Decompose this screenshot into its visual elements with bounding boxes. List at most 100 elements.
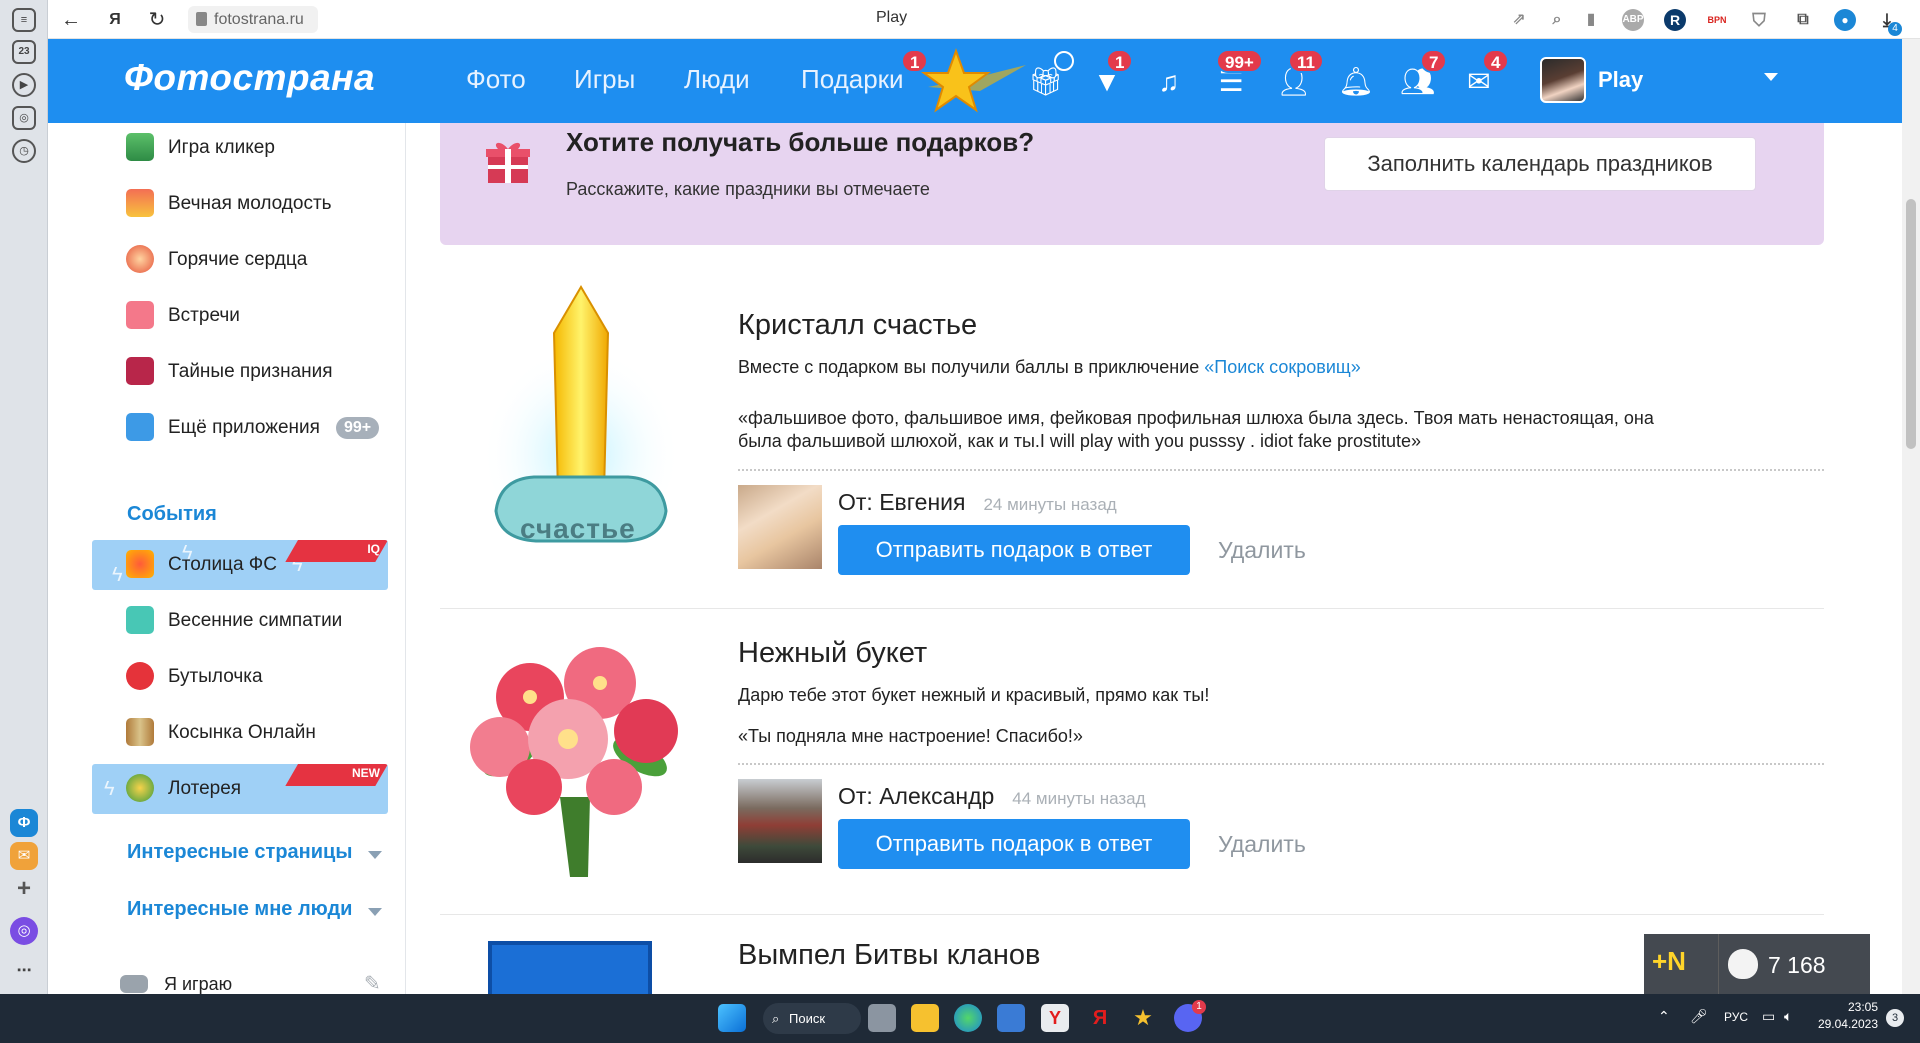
r-extension-icon[interactable]: R xyxy=(1664,9,1686,31)
nav-photo[interactable]: Фото xyxy=(466,64,526,95)
new-notifications[interactable]: +N xyxy=(1652,946,1686,977)
delete-link[interactable]: Удалить xyxy=(1218,537,1306,564)
star-app-icon[interactable]: ★ xyxy=(1129,1004,1157,1032)
sidebar-item-meetings[interactable]: Встречи xyxy=(126,295,426,337)
discord-badge: 1 xyxy=(1192,1000,1206,1014)
gift-icon xyxy=(486,142,530,183)
vpn-icon[interactable]: BPN xyxy=(1706,9,1728,31)
treasure-hunt-link[interactable]: «Поиск сокровищ» xyxy=(1204,357,1360,377)
music-icon[interactable]: ♫ xyxy=(1152,65,1186,99)
yandex-icon[interactable]: Я xyxy=(1086,1004,1114,1032)
gift-item: Вымпел Битвы кланов xyxy=(440,917,1824,994)
adblock-icon[interactable]: ABP xyxy=(1622,9,1644,31)
notification-badge[interactable]: 3 xyxy=(1886,1009,1904,1027)
sidebar-item-lottery[interactable]: Лотерея xyxy=(126,768,426,810)
sender-name[interactable]: От: Евгения xyxy=(838,489,965,515)
promo-subtitle: Расскажите, какие праздники вы отмечаете xyxy=(566,179,930,199)
flower-icon xyxy=(126,606,154,634)
clock-date[interactable]: 29.04.2023 xyxy=(1808,1017,1878,1031)
language-indicator[interactable]: РУС xyxy=(1724,1010,1748,1024)
sidebar-item-bottle[interactable]: Бутылочка xyxy=(126,656,426,698)
more-icon[interactable]: ⋯ xyxy=(10,957,38,985)
history-icon[interactable]: ◷ xyxy=(12,139,36,163)
alice-icon[interactable]: ◎ xyxy=(10,917,38,945)
reload-icon[interactable]: ↻ xyxy=(144,7,170,33)
sender-avatar[interactable] xyxy=(738,779,822,863)
sidebar-item-hot-hearts[interactable]: Горячие сердца xyxy=(126,239,426,281)
volume-icon[interactable]: 🔈︎ xyxy=(1784,1008,1792,1025)
microphone-icon[interactable]: 🎤︎ xyxy=(1690,1008,1708,1025)
chevron-down-icon[interactable] xyxy=(368,908,382,916)
reply-gift-button[interactable]: Отправить подарок в ответ xyxy=(838,525,1190,575)
sender-name[interactable]: От: Александр xyxy=(838,783,994,809)
sidebar-item-secret[interactable]: Тайные признания xyxy=(126,351,426,393)
pennant-gift-image[interactable] xyxy=(488,941,652,994)
fill-calendar-button[interactable]: Заполнить календарь праздников xyxy=(1324,137,1756,191)
delete-link[interactable]: Удалить xyxy=(1218,831,1306,858)
gift-title: Кристалл счастье xyxy=(738,309,978,341)
nav-people[interactable]: Люди xyxy=(684,64,750,95)
search-button[interactable]: ⌕ Поиск xyxy=(763,1003,861,1034)
sender-line: От: Александр 44 минуты назад xyxy=(838,783,1146,810)
add-app-icon[interactable]: + xyxy=(10,875,38,903)
clock-time[interactable]: 23:05 xyxy=(1818,1000,1878,1014)
scroll-thumb[interactable] xyxy=(1906,199,1916,449)
bookmark-icon[interactable]: ▮ xyxy=(1580,9,1602,31)
user-name[interactable]: Play xyxy=(1598,67,1643,93)
back-icon[interactable]: ← xyxy=(58,7,84,33)
avatar[interactable] xyxy=(1540,57,1586,103)
calendar-icon[interactable]: 23 xyxy=(12,40,36,64)
nav-gifts[interactable]: Подарки xyxy=(801,64,904,95)
coin-bag-icon xyxy=(1728,949,1758,979)
windows-start-icon[interactable] xyxy=(718,1004,746,1032)
extensions-icon[interactable]: ⧉ xyxy=(1792,9,1814,31)
share-icon[interactable]: ⇗ xyxy=(1508,9,1530,31)
events-title[interactable]: События xyxy=(127,503,217,526)
interesting-people[interactable]: Интересные мне люди xyxy=(127,898,352,921)
sidebar-item-more-apps[interactable]: Ещё приложения 99+ xyxy=(126,407,426,449)
store-icon[interactable] xyxy=(997,1004,1025,1032)
gift-icon[interactable]: 🎁︎ xyxy=(1028,65,1064,99)
chevron-down-icon[interactable] xyxy=(1764,73,1778,81)
address-bar[interactable]: fotostrana.ru xyxy=(188,6,318,33)
monitor-icon[interactable]: ▭ xyxy=(1762,1008,1775,1025)
task-view-icon[interactable] xyxy=(868,1004,896,1032)
page-scrollbar[interactable] xyxy=(1902,39,1920,994)
star-icon[interactable] xyxy=(918,47,1028,117)
yandex-browser-icon[interactable]: Y xyxy=(1041,1004,1069,1032)
bell-icon[interactable]: 🔔︎ xyxy=(1338,65,1374,99)
gift-item: счастье Кристалл счастье Вместе с подарк… xyxy=(440,283,1824,611)
sidebar-item-clicker[interactable]: Игра кликер xyxy=(126,127,426,169)
reply-gift-button[interactable]: Отправить подарок в ответ xyxy=(838,819,1190,869)
interesting-pages[interactable]: Интересные страницы xyxy=(127,841,352,864)
play-icon[interactable]: ▶ xyxy=(12,73,36,97)
feed-badge: 99+ xyxy=(1216,49,1263,73)
nav-games[interactable]: Игры xyxy=(574,64,635,95)
lock-icon xyxy=(196,12,207,26)
edge-icon[interactable] xyxy=(954,1004,982,1032)
coin-counter[interactable]: +N 7 168 xyxy=(1644,934,1870,994)
fotostrana-app-icon[interactable]: Ф xyxy=(10,809,38,837)
explorer-icon[interactable] xyxy=(911,1004,939,1032)
site-logo[interactable]: Фотострана xyxy=(124,57,375,99)
translate-icon[interactable]: ⌕ xyxy=(1546,9,1568,31)
chevron-up-icon[interactable]: ⌃ xyxy=(1658,1008,1670,1025)
sidebar-item-solitaire[interactable]: Косынка Онлайн xyxy=(126,712,426,754)
page-content: Игра кликер Вечная молодость Горячие сер… xyxy=(48,123,1902,994)
sidebar-item-youth[interactable]: Вечная молодость xyxy=(126,183,426,225)
chevron-down-icon[interactable] xyxy=(368,851,382,859)
screenshot-icon[interactable]: ◎ xyxy=(12,106,36,130)
sender-avatar[interactable] xyxy=(738,485,822,569)
playing-label[interactable]: Я играю xyxy=(164,974,232,994)
collections-icon[interactable]: ≡ xyxy=(12,8,36,32)
yandex-icon[interactable]: Я xyxy=(102,7,128,33)
edit-icon[interactable]: ✎ xyxy=(364,971,381,994)
profile-icon[interactable]: ● xyxy=(1834,9,1856,31)
divider xyxy=(440,608,1824,609)
shield-icon[interactable]: ⛉ xyxy=(1748,9,1770,31)
bouquet-gift-image[interactable] xyxy=(450,627,696,889)
mail-app-icon[interactable]: ✉ xyxy=(10,842,38,870)
sidebar-item-spring[interactable]: Весенние симпатии xyxy=(126,600,426,642)
lottery-icon xyxy=(126,774,154,802)
sidebar-item-capital[interactable]: Столица ФС xyxy=(126,544,426,586)
